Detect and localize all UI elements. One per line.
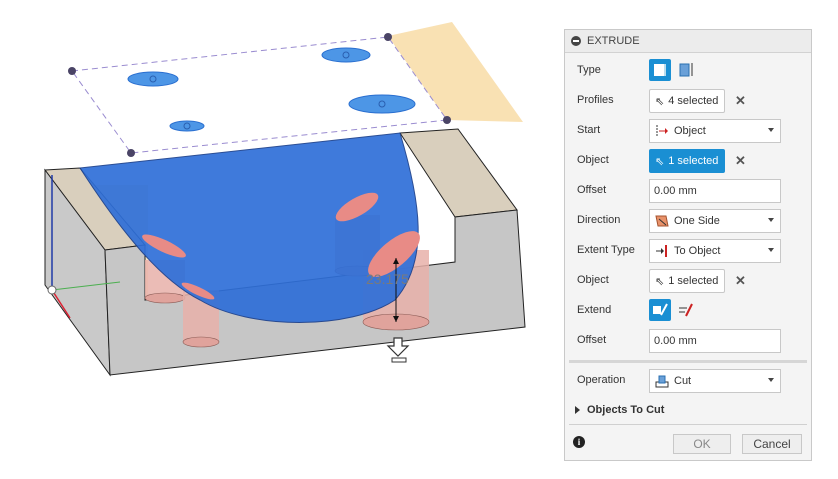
object-label-1: Object bbox=[577, 154, 609, 166]
extent-type-row: Extent Type To Object bbox=[565, 238, 811, 264]
profiles-select-button[interactable]: ⇖ 4 selected bbox=[649, 89, 725, 113]
corner-point[interactable] bbox=[443, 116, 451, 124]
start-label: Start bbox=[577, 124, 601, 136]
start-dropdown[interactable]: Object bbox=[649, 119, 781, 143]
extent-type-label: Extent Type bbox=[577, 244, 635, 256]
direction-dropdown[interactable]: One Side bbox=[649, 209, 781, 233]
object-select-button-1[interactable]: ⇖ 1 selected bbox=[649, 149, 725, 173]
chevron-down-icon bbox=[768, 378, 774, 382]
objects-to-cut-toggle[interactable]: Objects To Cut bbox=[575, 404, 664, 416]
object-clear-button-1[interactable]: ✕ bbox=[735, 153, 746, 169]
cursor-icon: ⇖ bbox=[655, 95, 665, 108]
dialog-title: EXTRUDE bbox=[587, 35, 640, 47]
one-side-icon bbox=[655, 215, 669, 227]
object-select-button-2[interactable]: ⇖ 1 selected bbox=[649, 269, 725, 293]
direction-row: Direction One Side bbox=[565, 208, 811, 234]
operation-row: Operation Cut bbox=[565, 368, 811, 394]
expand-arrow-icon bbox=[575, 406, 580, 415]
corner-point[interactable] bbox=[68, 67, 76, 75]
collapse-icon[interactable] bbox=[571, 36, 581, 46]
extend-row: Extend bbox=[565, 298, 811, 324]
direction-label: Direction bbox=[577, 214, 621, 226]
object-label-2: Object bbox=[577, 274, 609, 286]
profile-ellipse-4[interactable] bbox=[348, 94, 416, 114]
extend-max-button[interactable] bbox=[675, 299, 697, 321]
extent-type-dropdown[interactable]: To Object bbox=[649, 239, 781, 263]
extend-min-icon bbox=[653, 303, 668, 316]
profile-ellipse-2[interactable] bbox=[321, 47, 371, 63]
type-label: Type bbox=[577, 64, 601, 76]
profiles-label: Profiles bbox=[577, 94, 614, 106]
offset-input-1[interactable]: 0.00 mm bbox=[649, 179, 781, 203]
profiles-row: Profiles ⇖ 4 selected ✕ bbox=[565, 88, 811, 114]
extend-max-icon bbox=[679, 303, 693, 317]
block-top-right bbox=[399, 128, 518, 218]
info-icon[interactable]: i bbox=[573, 436, 585, 448]
type-row: Type bbox=[565, 58, 811, 84]
type-solid-button[interactable] bbox=[649, 59, 671, 81]
solid-extrude-icon bbox=[654, 64, 666, 76]
model-canvas[interactable]: 23.175 bbox=[0, 0, 560, 476]
object-row-1: Object ⇖ 1 selected ✕ bbox=[565, 148, 811, 174]
object-row-2: Object ⇖ 1 selected ✕ bbox=[565, 268, 811, 294]
extend-min-button[interactable] bbox=[649, 299, 671, 321]
offset-row-2: Offset 0.00 mm bbox=[565, 328, 811, 354]
chevron-down-icon bbox=[768, 218, 774, 222]
cursor-icon: ⇖ bbox=[655, 275, 665, 288]
type-thin-button[interactable] bbox=[675, 59, 697, 81]
dialog-header[interactable]: EXTRUDE bbox=[565, 30, 811, 53]
extend-label: Extend bbox=[577, 304, 612, 316]
profile-ellipse-1[interactable] bbox=[127, 71, 179, 87]
corner-point[interactable] bbox=[384, 33, 392, 41]
offset-label-2: Offset bbox=[577, 334, 607, 346]
dimension-value[interactable]: 23.175 bbox=[366, 271, 409, 287]
section-divider bbox=[569, 360, 807, 363]
chevron-down-icon bbox=[768, 128, 774, 132]
thin-extrude-icon bbox=[679, 63, 693, 77]
ok-button[interactable]: OK bbox=[673, 434, 731, 454]
chevron-down-icon bbox=[768, 248, 774, 252]
to-object-icon bbox=[656, 245, 667, 257]
extrude-dialog: EXTRUDE Type Profiles ⇖ 4 selected ✕ Sta… bbox=[564, 29, 812, 461]
operation-dropdown[interactable]: Cut bbox=[649, 369, 781, 393]
corner-point[interactable] bbox=[127, 149, 135, 157]
offset-label-1: Offset bbox=[577, 184, 607, 196]
operation-label: Operation bbox=[577, 374, 626, 386]
offset-row-1: Offset 0.00 mm bbox=[565, 178, 811, 204]
start-row: Start Object bbox=[565, 118, 811, 144]
start-object-icon bbox=[656, 125, 668, 137]
origin-point[interactable] bbox=[47, 285, 57, 295]
offset-input-2[interactable]: 0.00 mm bbox=[649, 329, 781, 353]
cursor-icon: ⇖ bbox=[655, 155, 665, 168]
3d-viewport[interactable]: 23.175 bbox=[0, 0, 560, 476]
cut-icon bbox=[655, 375, 669, 388]
footer-divider bbox=[569, 424, 807, 425]
profiles-clear-button[interactable]: ✕ bbox=[735, 93, 746, 109]
object-clear-button-2[interactable]: ✕ bbox=[735, 273, 746, 289]
cancel-button[interactable]: Cancel bbox=[742, 434, 802, 454]
